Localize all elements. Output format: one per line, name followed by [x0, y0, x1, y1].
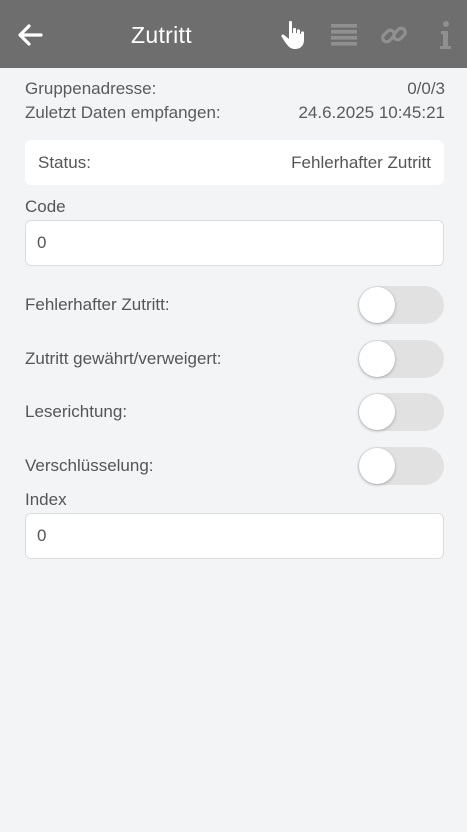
toggle-label: Leserichtung:: [25, 402, 128, 421]
status-card: Status: Fehlerhafter Zutritt: [25, 140, 444, 185]
switch-knob: [359, 448, 395, 484]
switch-knob: [359, 394, 395, 430]
switch-knob: [359, 287, 395, 323]
toggle-label: Verschlüsselung:: [25, 456, 154, 475]
hand-pointer-icon: [281, 20, 304, 49]
last-data-row: Zuletzt Daten empfangen: 24.6.2025 10:45…: [25, 103, 445, 123]
hand-pointer-button[interactable]: [276, 16, 310, 54]
verschluesselung-switch[interactable]: [358, 447, 444, 485]
toggle-row-fehlerhafter-zutritt: Fehlerhafter Zutritt:: [25, 286, 444, 324]
info-icon: [440, 21, 451, 49]
toggle-row-verschluesselung: Verschlüsselung:: [25, 447, 444, 485]
toggle-row-zutritt-gewaehrt: Zutritt gewährt/verweigert:: [25, 340, 444, 378]
link-button[interactable]: [377, 16, 411, 54]
zutritt-gewaehrt-switch[interactable]: [358, 340, 444, 378]
last-data-label: Zuletzt Daten empfangen:: [25, 103, 221, 122]
toggle-label: Fehlerhafter Zutritt:: [25, 295, 170, 314]
index-label: Index: [25, 490, 67, 509]
toggle-row-leserichtung: Leserichtung:: [25, 393, 444, 431]
code-input[interactable]: 0: [25, 220, 444, 266]
toggle-label: Zutritt gewährt/verweigert:: [25, 349, 222, 368]
code-label: Code: [25, 197, 66, 216]
group-address-label: Gruppenadresse:: [25, 79, 157, 98]
list-icon: [331, 24, 357, 46]
status-value: Fehlerhafter Zutritt: [291, 152, 431, 172]
list-button[interactable]: [327, 16, 361, 54]
status-label: Status:: [38, 152, 91, 172]
back-arrow-icon: [18, 24, 43, 46]
index-input[interactable]: 0: [25, 513, 444, 559]
info-button[interactable]: [428, 16, 462, 54]
group-address-row: Gruppenadresse: 0/0/3: [25, 79, 445, 99]
header-bar: Zutritt: [0, 0, 467, 68]
group-address-value: 0/0/3: [407, 79, 445, 98]
link-icon: [381, 26, 407, 44]
switch-knob: [359, 341, 395, 377]
fehlerhafter-zutritt-switch[interactable]: [358, 286, 444, 324]
last-data-value: 24.6.2025 10:45:21: [298, 103, 445, 122]
page-title: Zutritt: [131, 22, 192, 48]
leserichtung-switch[interactable]: [358, 393, 444, 431]
back-button[interactable]: [14, 20, 46, 50]
